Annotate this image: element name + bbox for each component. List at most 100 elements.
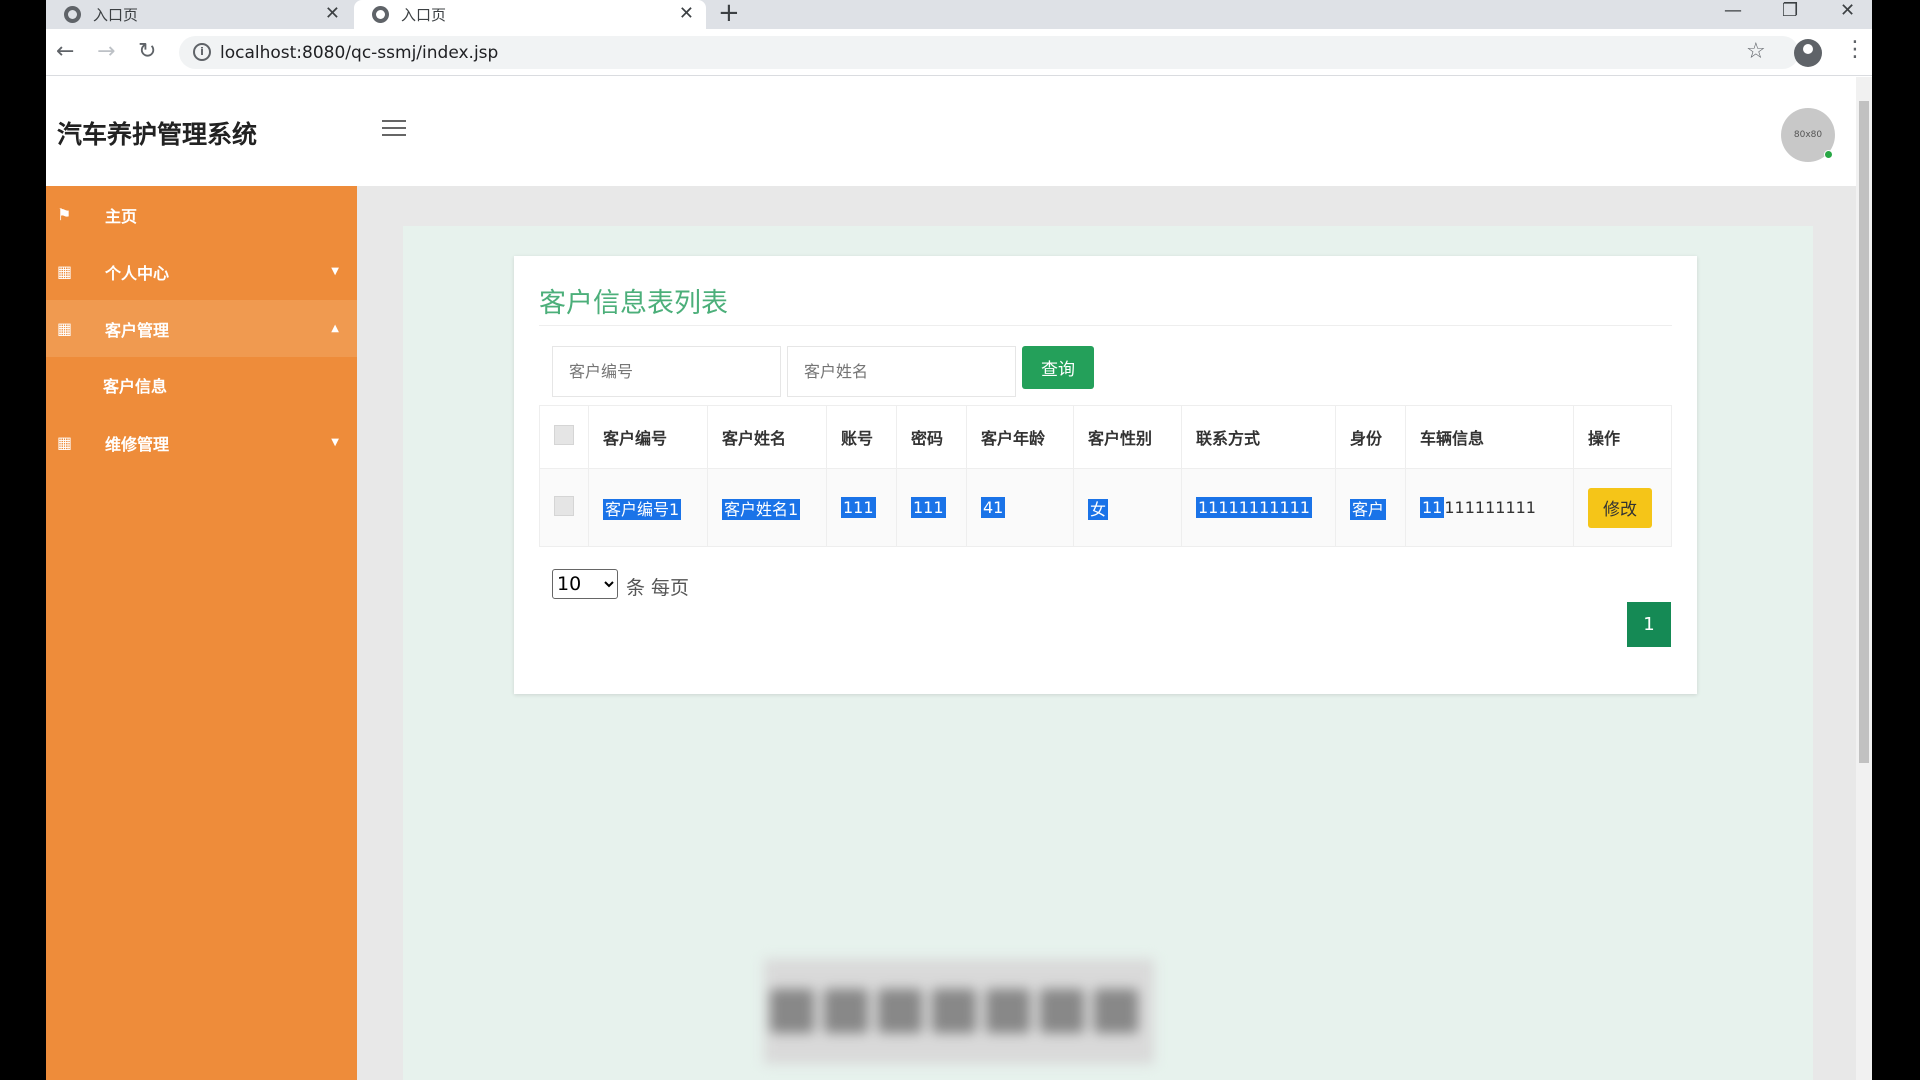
customer-name-value: 客户姓名1 [722,498,801,520]
grid-icon: ▦ [57,319,73,338]
app-header: 汽车养护管理系统 80x80 [46,77,1856,186]
column-header[interactable]: 客户性别 [1073,405,1182,469]
table-cell: 客户编号1 [588,468,708,547]
column-header[interactable]: 密码 [896,405,967,469]
phone-value: 11111111111 [1196,497,1312,518]
grid-icon: ▦ [57,262,73,281]
role-value: 客户 [1350,498,1387,520]
column-header[interactable]: 账号 [826,405,897,469]
sidebar-item-customer-management[interactable]: ▦ 客户管理 ▲ [46,300,357,357]
table-cell: 111 [826,468,897,547]
page-title: 客户信息表列表 [539,288,728,319]
vertical-scrollbar[interactable] [1856,77,1872,1080]
new-tab-icon[interactable]: + [718,0,740,28]
row-select-cell [539,468,589,547]
page-size-select[interactable]: 10 [552,569,618,599]
scrollbar-thumb[interactable] [1859,101,1869,763]
forward-icon[interactable]: → [97,39,115,64]
grid-icon: ▦ [57,433,73,452]
select-all-cell [539,405,589,469]
restore-icon[interactable]: ❐ [1782,0,1798,21]
table-cell: 客户 [1335,468,1406,547]
sidebar-item-label: 主页 [105,206,138,226]
column-header[interactable]: 客户年龄 [966,405,1074,469]
table-cell: 修改 [1573,468,1672,547]
bookmark-star-icon[interactable]: ☆ [1746,39,1766,64]
profile-icon[interactable] [1794,39,1822,67]
url-text[interactable]: localhost:8080/qc-ssmj/index.jsp [220,43,498,63]
tab-title: 入口页 [93,6,139,24]
caret-down-icon: ▼ [331,437,339,448]
sidebar-item-label: 客户管理 [105,320,170,340]
browser-tab-active[interactable]: 入口页 ✕ [354,0,706,29]
globe-icon [64,6,81,23]
account-value: 111 [841,497,876,518]
avatar[interactable]: 80x80 [1781,108,1835,162]
tab-title: 入口页 [401,6,447,24]
online-status-icon [1824,150,1833,159]
main-content: 客户信息表列表 查询 客户编号 客户姓名 账号 密码 [357,186,1856,1080]
page: 汽车养护管理系统 80x80 ⚑ 主页 ▦ 个人中心 ▼ ▦ 客户管理 ▲ 客户… [46,77,1872,1080]
minimize-icon[interactable]: — [1724,0,1742,21]
column-header: 操作 [1573,405,1672,469]
browser-tab[interactable]: 入口页 ✕ [46,0,352,29]
caret-down-icon: ▼ [331,266,339,277]
sidebar-item-repair-management[interactable]: ▦ 维修管理 ▼ [46,414,357,471]
query-button[interactable]: 查询 [1022,346,1094,389]
divider [539,325,1672,326]
sidebar-item-home[interactable]: ⚑ 主页 [46,186,357,243]
column-header[interactable]: 车辆信息 [1405,405,1574,469]
customer-table: 客户编号 客户姓名 账号 密码 客户年龄 客户性别 联系方式 身份 车辆信息 操… [539,405,1672,547]
omnibox[interactable]: i localhost:8080/qc-ssmj/index.jsp [179,36,1799,69]
hamburger-menu-icon[interactable] [382,120,406,138]
customer-list-card: 客户信息表列表 查询 客户编号 客户姓名 账号 密码 [514,256,1697,694]
table-cell: 11111111111 [1405,468,1574,547]
caret-up-icon: ▲ [331,323,339,334]
table-row[interactable]: 客户编号1 客户姓名1 111 111 41 女 11111111111 客户 … [539,468,1672,547]
back-icon[interactable]: ← [56,39,74,64]
blurred-overlay [764,959,1154,1064]
password-value: 111 [911,497,946,518]
sidebar-item-label: 维修管理 [105,434,170,454]
column-header[interactable]: 联系方式 [1181,405,1336,469]
customer-name-search-input[interactable] [787,346,1016,397]
table-cell: 客户姓名1 [707,468,827,547]
vehicle-value-selected: 11 [1420,497,1445,518]
vehicle-value: 111111111 [1444,498,1536,517]
menu-kebab-icon[interactable]: ⋮ [1844,37,1866,62]
browser-window: 入口页 ✕ 入口页 ✕ + — ❐ ✕ ← → ↻ i localhost:80… [46,0,1872,1080]
row-checkbox[interactable] [554,495,574,516]
edit-button[interactable]: 修改 [1588,487,1652,528]
select-all-checkbox[interactable] [554,425,574,445]
customer-no-search-input[interactable] [552,346,781,397]
flag-icon: ⚑ [57,205,72,224]
sidebar-subitem-customer-info[interactable]: 客户信息 [103,373,167,397]
app-title: 汽车养护管理系统 [57,120,258,149]
close-window-icon[interactable]: ✕ [1840,0,1855,21]
tab-strip: 入口页 ✕ 入口页 ✕ + — ❐ ✕ [46,0,1872,29]
table-cell: 41 [966,468,1074,547]
sidebar-item-label: 个人中心 [105,263,170,283]
table-header-row: 客户编号 客户姓名 账号 密码 客户年龄 客户性别 联系方式 身份 车辆信息 操… [539,405,1672,469]
sidebar: ⚑ 主页 ▦ 个人中心 ▼ ▦ 客户管理 ▲ 客户信息 ▦ 维修管理 ▼ [46,186,357,1080]
close-tab-icon[interactable]: ✕ [679,3,694,24]
avatar-label: 80x80 [1793,130,1823,140]
page-number-button[interactable]: 1 [1627,602,1671,647]
table-cell: 111 [896,468,967,547]
table-cell: 11111111111 [1181,468,1336,547]
address-bar: ← → ↻ i localhost:8080/qc-ssmj/index.jsp… [46,29,1872,76]
content-area: 客户信息表列表 查询 客户编号 客户姓名 账号 密码 [403,226,1813,1080]
column-header[interactable]: 身份 [1335,405,1406,469]
table-cell: 女 [1073,468,1182,547]
column-header[interactable]: 客户姓名 [707,405,827,469]
age-value: 41 [981,497,1006,518]
sidebar-item-personal-center[interactable]: ▦ 个人中心 ▼ [46,243,357,300]
customer-no-value: 客户编号1 [603,498,682,520]
column-header[interactable]: 客户编号 [588,405,708,469]
close-tab-icon[interactable]: ✕ [325,3,340,24]
page-size-suffix: 条 每页 [626,577,690,599]
reload-icon[interactable]: ↻ [138,39,156,64]
globe-icon [372,6,389,23]
site-info-icon[interactable]: i [193,43,211,61]
gender-value: 女 [1088,498,1109,520]
